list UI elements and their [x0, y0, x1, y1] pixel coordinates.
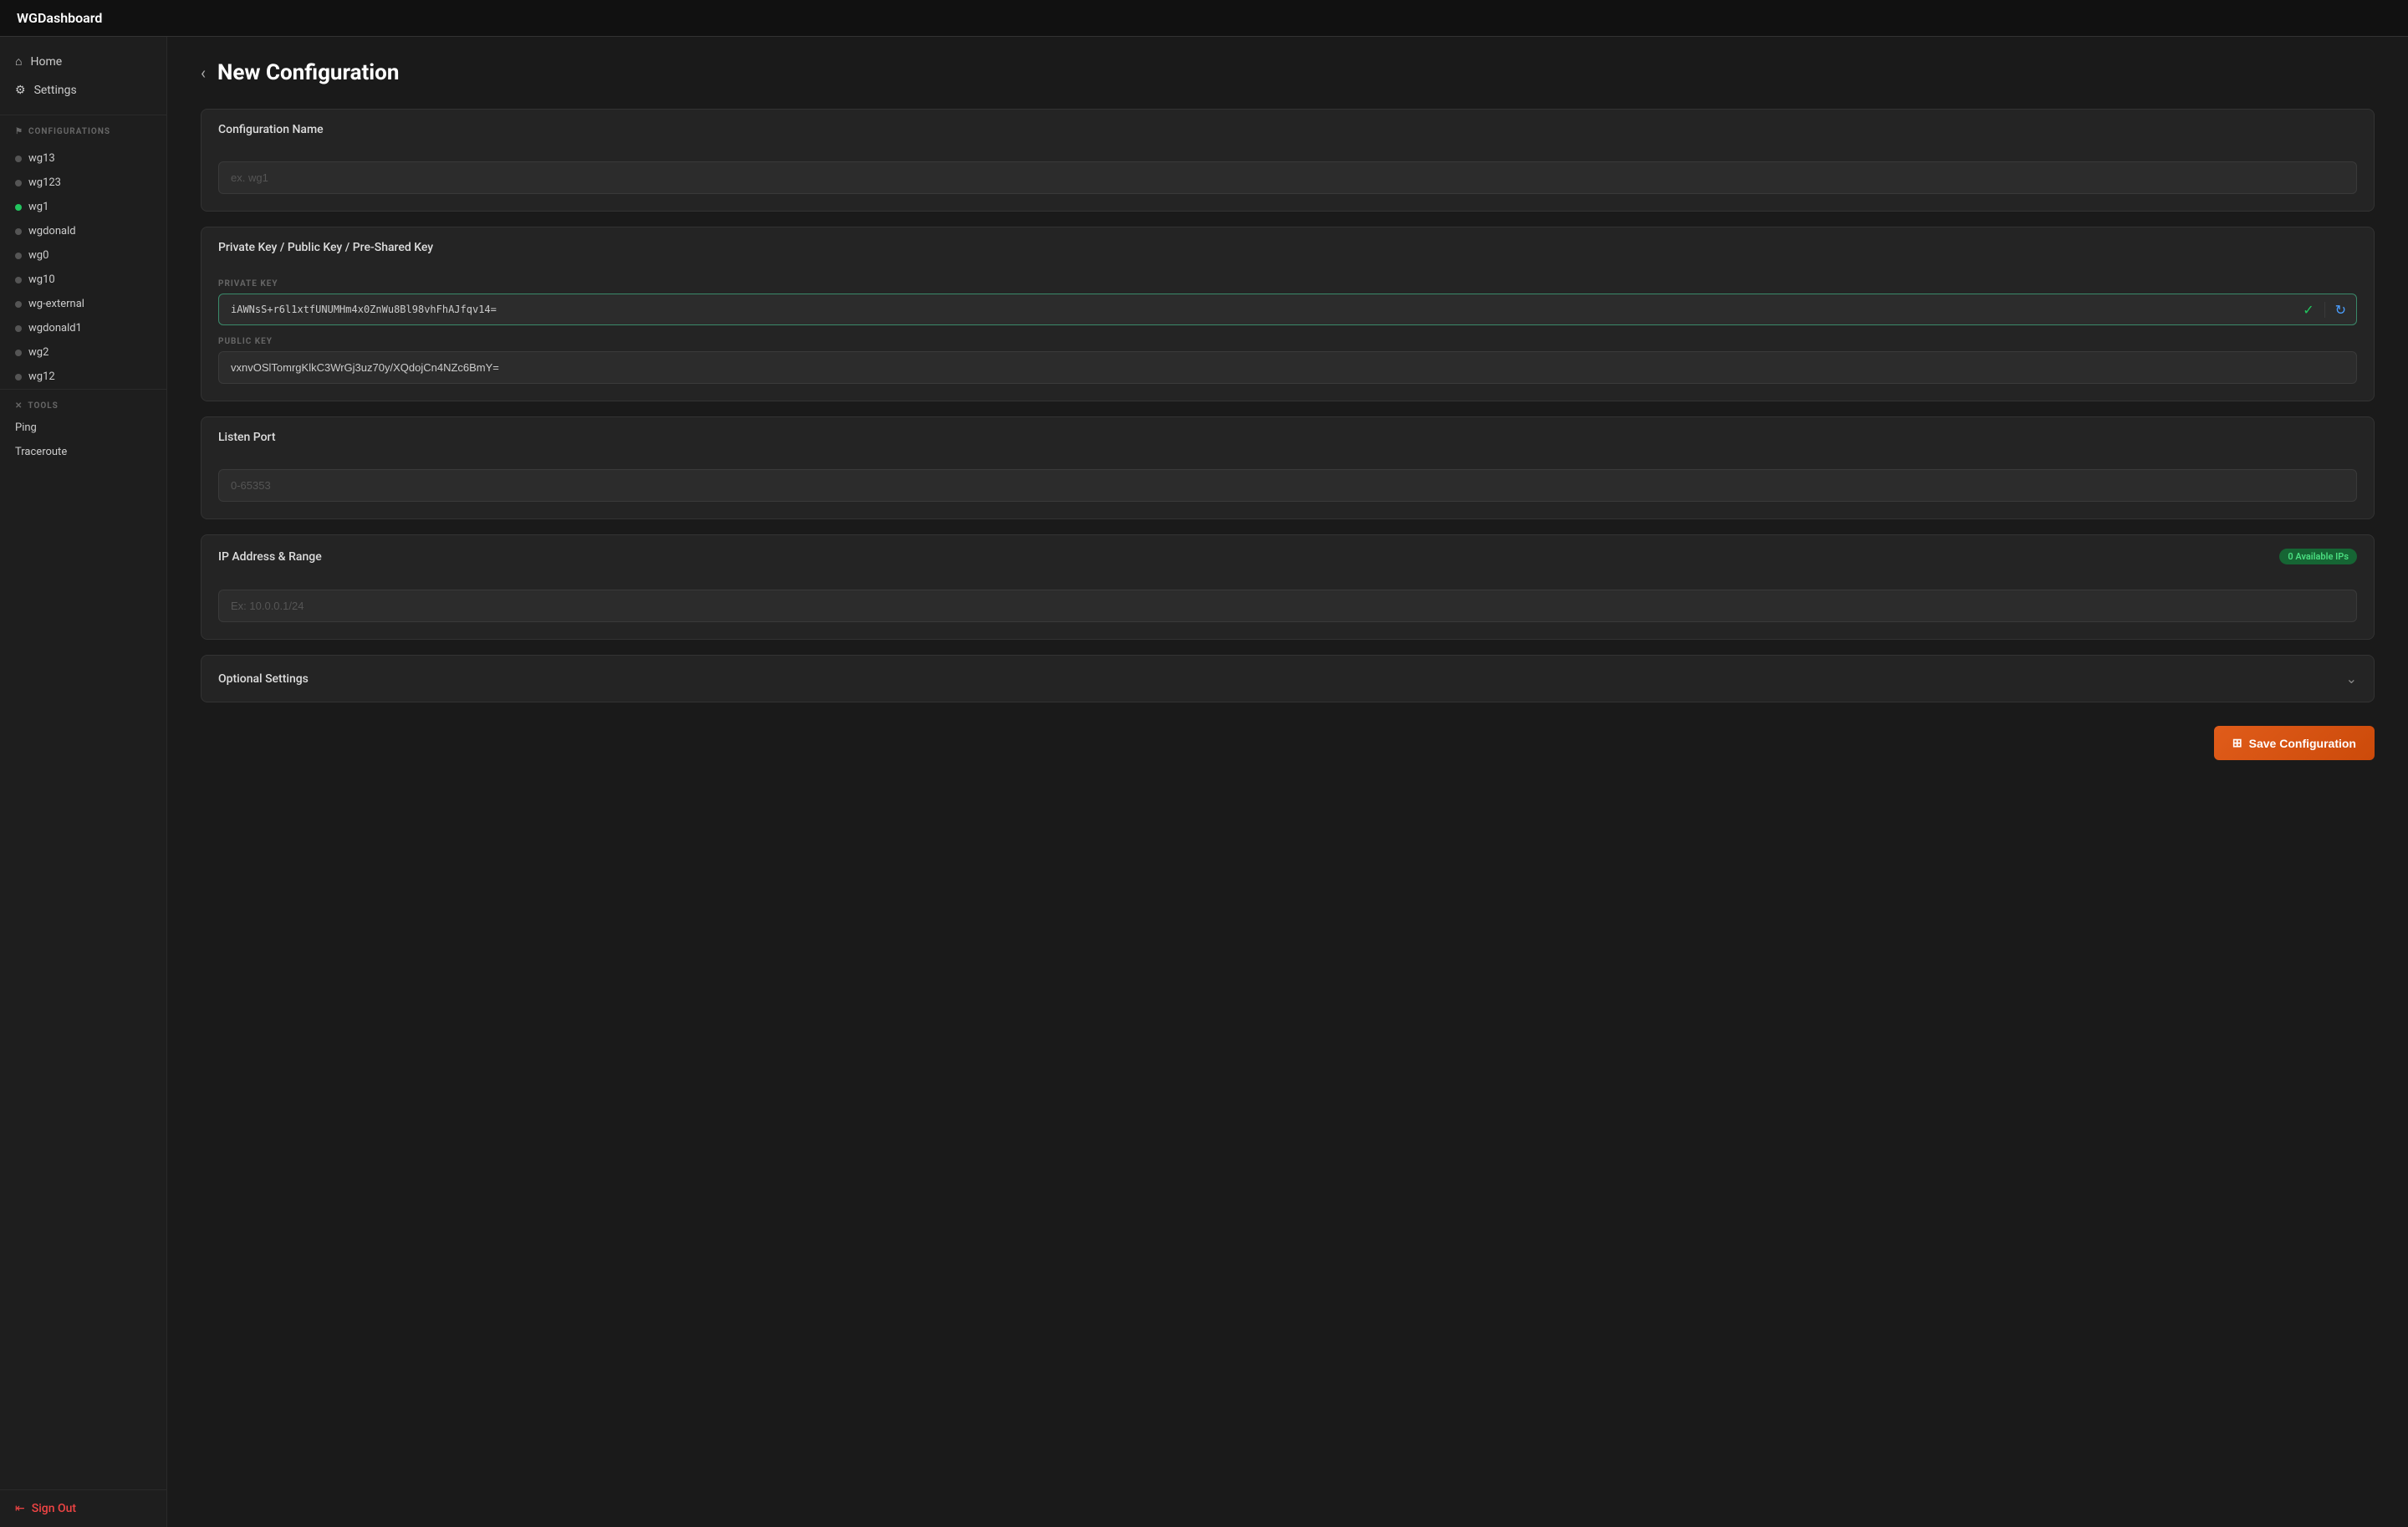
save-icon: ⊞ — [2232, 736, 2242, 750]
wg1-label: wg1 — [28, 201, 48, 213]
sidebar: ⌂ Home ⚙ Settings ⚑ CONFIGURATIONS wg13w… — [0, 37, 167, 1527]
ip-header: IP Address & Range 0 Available IPs — [202, 535, 2374, 578]
wg10-label: wg10 — [28, 273, 55, 286]
save-configuration-button[interactable]: ⊞ Save Configuration — [2214, 726, 2375, 760]
main-layout: ⌂ Home ⚙ Settings ⚑ CONFIGURATIONS wg13w… — [0, 37, 2408, 1527]
wg123-status-dot — [15, 180, 22, 186]
optional-settings-header[interactable]: Optional Settings ⌄ — [202, 656, 2374, 702]
ip-input[interactable] — [218, 590, 2357, 622]
wg13-status-dot — [15, 156, 22, 162]
wg2-status-dot — [15, 350, 22, 356]
sidebar-item-wgdonald[interactable]: wgdonald — [0, 219, 166, 243]
config-list: wg13 wg123 wg1 wgdonald wg0 wg10 wg-external wg… — [0, 146, 166, 389]
signout-section: ⇤ Sign Out — [0, 1489, 166, 1527]
save-btn-label: Save Configuration — [2249, 737, 2356, 750]
wg123-label: wg123 — [28, 176, 61, 189]
chevron-down-icon: ⌄ — [2346, 671, 2357, 687]
ip-section: IP Address & Range 0 Available IPs — [201, 534, 2375, 640]
private-key-refresh-icon[interactable]: ↻ — [2324, 302, 2356, 318]
keys-section: Private Key / Public Key / Pre-Shared Ke… — [201, 227, 2375, 401]
wg10-status-dot — [15, 277, 22, 283]
signout-icon: ⇤ — [15, 1502, 25, 1515]
wgdonald1-status-dot — [15, 325, 22, 332]
configs-section-icon: ⚑ — [15, 127, 23, 136]
wg-external-status-dot — [15, 301, 22, 308]
sidebar-item-home[interactable]: ⌂ Home — [0, 47, 166, 76]
sidebar-item-wg1[interactable]: wg1 — [0, 195, 166, 219]
private-key-input[interactable] — [219, 294, 2293, 324]
listen-port-section: Listen Port — [201, 416, 2375, 519]
private-key-label: PRIVATE KEY — [218, 279, 2357, 289]
signout-button[interactable]: ⇤ Sign Out — [15, 1502, 151, 1515]
wgdonald1-label: wgdonald1 — [28, 322, 82, 335]
wgdonald-label: wgdonald — [28, 225, 76, 237]
main-content: ‹ New Configuration Configuration Name P… — [167, 37, 2408, 1527]
sidebar-item-settings-label: Settings — [34, 84, 77, 97]
wg13-label: wg13 — [28, 152, 55, 165]
config-name-section: Configuration Name — [201, 109, 2375, 212]
private-key-wrapper: ✓ ↻ — [218, 294, 2357, 325]
sidebar-item-wg0[interactable]: wg0 — [0, 243, 166, 268]
wg2-label: wg2 — [28, 346, 48, 359]
available-ips-badge: 0 Available IPs — [2279, 549, 2357, 564]
wg12-status-dot — [15, 374, 22, 380]
public-key-label: PUBLIC KEY — [218, 337, 2357, 346]
tools-icon: ✕ — [15, 401, 23, 411]
sidebar-item-home-label: Home — [30, 55, 62, 69]
optional-settings-section: Optional Settings ⌄ — [201, 655, 2375, 702]
top-bar: WGDashboard — [0, 0, 2408, 37]
configs-section-header: ⚑ CONFIGURATIONS — [0, 115, 166, 146]
public-key-input — [218, 351, 2357, 384]
tools-section: ✕ TOOLS Ping Traceroute — [0, 389, 166, 469]
wg12-label: wg12 — [28, 370, 55, 383]
wg0-label: wg0 — [28, 249, 48, 262]
sidebar-item-settings[interactable]: ⚙ Settings — [0, 76, 166, 105]
back-button[interactable]: ‹ — [201, 64, 206, 81]
private-key-check-icon[interactable]: ✓ — [2293, 302, 2324, 318]
config-name-body — [202, 150, 2374, 211]
sidebar-item-wgdonald1[interactable]: wgdonald1 — [0, 316, 166, 340]
sidebar-nav: ⌂ Home ⚙ Settings — [0, 37, 166, 115]
tools-section-label: ✕ TOOLS — [0, 401, 166, 416]
wgdonald-status-dot — [15, 228, 22, 235]
page-title: New Configuration — [217, 60, 399, 85]
sidebar-item-wg2[interactable]: wg2 — [0, 340, 166, 365]
sidebar-item-wg123[interactable]: wg123 — [0, 171, 166, 195]
wg-external-label: wg-external — [28, 298, 84, 310]
home-icon: ⌂ — [15, 54, 22, 69]
configs-section-label: ⚑ CONFIGURATIONS — [15, 127, 151, 136]
sidebar-item-traceroute[interactable]: Traceroute — [0, 440, 166, 464]
listen-port-body — [202, 457, 2374, 518]
keys-body: PRIVATE KEY ✓ ↻ PUBLIC KEY — [202, 268, 2374, 401]
app-title: WGDashboard — [17, 10, 102, 26]
sidebar-item-ping[interactable]: Ping — [0, 416, 166, 440]
ip-body — [202, 578, 2374, 639]
signout-label: Sign Out — [32, 1502, 76, 1515]
keys-header: Private Key / Public Key / Pre-Shared Ke… — [202, 227, 2374, 268]
sidebar-item-wg13[interactable]: wg13 — [0, 146, 166, 171]
sidebar-item-wg10[interactable]: wg10 — [0, 268, 166, 292]
wg0-status-dot — [15, 253, 22, 259]
config-name-header: Configuration Name — [202, 110, 2374, 150]
listen-port-header: Listen Port — [202, 417, 2374, 457]
sidebar-item-wg-external[interactable]: wg-external — [0, 292, 166, 316]
config-name-input[interactable] — [218, 161, 2357, 194]
wg1-status-dot — [15, 204, 22, 211]
page-header: ‹ New Configuration — [201, 60, 2375, 85]
listen-port-input[interactable] — [218, 469, 2357, 502]
sidebar-item-wg12[interactable]: wg12 — [0, 365, 166, 389]
gear-icon: ⚙ — [15, 84, 26, 97]
